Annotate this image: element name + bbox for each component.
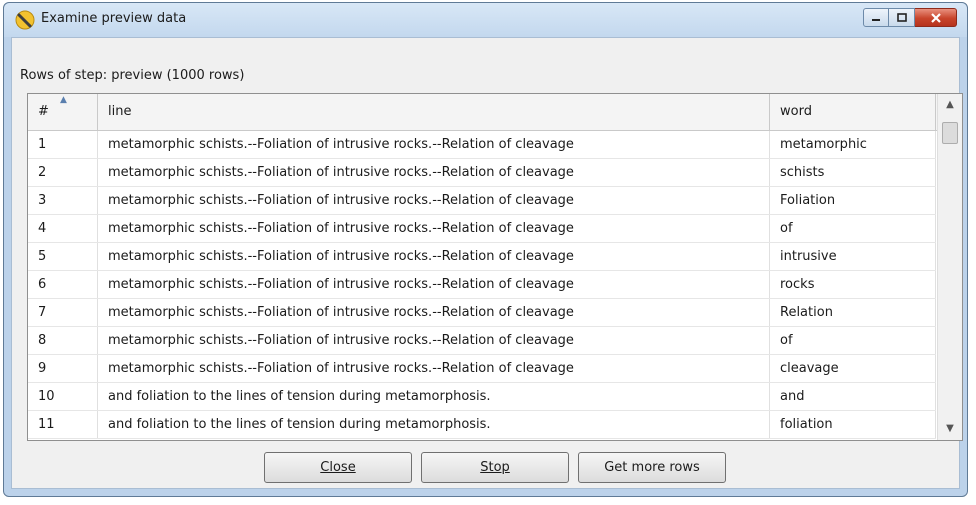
window-title: Examine preview data — [41, 11, 187, 26]
vertical-scrollbar[interactable]: ▲ ▼ — [937, 94, 962, 440]
column-header-line[interactable]: line — [98, 94, 770, 130]
word-cell: Relation — [770, 299, 936, 326]
word-cell: of — [770, 327, 936, 354]
table-row[interactable]: 5 metamorphic schists.--Foliation of intr… — [28, 243, 936, 271]
preview-icon — [15, 10, 35, 30]
column-header-word[interactable]: word — [770, 94, 936, 130]
table-row[interactable]: 6 metamorphic schists.--Foliation of intr… — [28, 271, 936, 299]
table-header: # ▲ line word — [28, 94, 962, 131]
row-number-cell: 11 — [28, 411, 98, 438]
line-cell: metamorphic schists.--Foliation of intru… — [98, 215, 770, 242]
word-cell: of — [770, 215, 936, 242]
word-cell: schists — [770, 159, 936, 186]
line-cell: metamorphic schists.--Foliation of intru… — [98, 243, 770, 270]
line-cell: metamorphic schists.--Foliation of intru… — [98, 271, 770, 298]
scroll-thumb[interactable] — [942, 122, 958, 144]
word-cell: foliation — [770, 411, 936, 438]
table-row[interactable]: 10 and foliation to the lines of tension … — [28, 383, 936, 411]
word-cell: Foliation — [770, 187, 936, 214]
table-row[interactable]: 7 metamorphic schists.--Foliation of intr… — [28, 299, 936, 327]
row-number-cell: 7 — [28, 299, 98, 326]
stop-button[interactable]: Stop — [421, 452, 569, 483]
word-cell: and — [770, 383, 936, 410]
close-button[interactable]: Close — [264, 452, 412, 483]
line-cell: metamorphic schists.--Foliation of intru… — [98, 299, 770, 326]
window-controls — [863, 8, 957, 27]
maximize-icon — [896, 12, 907, 22]
maximize-button[interactable] — [889, 8, 915, 27]
word-cell: rocks — [770, 271, 936, 298]
row-number-cell: 4 — [28, 215, 98, 242]
scroll-down-icon[interactable]: ▼ — [938, 418, 962, 440]
minimize-button[interactable] — [863, 8, 889, 27]
get-more-rows-button[interactable]: Get more rows — [578, 452, 726, 483]
row-number-cell: 8 — [28, 327, 98, 354]
line-cell: and foliation to the lines of tension du… — [98, 383, 770, 410]
sort-ascending-icon: ▲ — [60, 95, 67, 105]
row-number-cell: 10 — [28, 383, 98, 410]
line-cell: metamorphic schists.--Foliation of intru… — [98, 187, 770, 214]
row-number-cell: 5 — [28, 243, 98, 270]
minimize-icon — [872, 18, 880, 21]
table-row[interactable]: 9 metamorphic schists.--Foliation of intr… — [28, 355, 936, 383]
word-cell: intrusive — [770, 243, 936, 270]
table-row[interactable]: 4 metamorphic schists.--Foliation of intr… — [28, 215, 936, 243]
preview-table: # ▲ line word 1 metamorphic schists.--Fol… — [27, 93, 963, 441]
close-window-button[interactable] — [915, 8, 957, 27]
close-icon — [930, 12, 941, 23]
table-row[interactable]: 11 and foliation to the lines of tension … — [28, 411, 936, 439]
line-cell: metamorphic schists.--Foliation of intru… — [98, 355, 770, 382]
title-bar[interactable]: Examine preview data — [4, 3, 967, 37]
row-number-cell: 1 — [28, 131, 98, 158]
line-cell: metamorphic schists.--Foliation of intru… — [98, 159, 770, 186]
scroll-up-icon[interactable]: ▲ — [938, 94, 962, 116]
table-row[interactable]: 8 metamorphic schists.--Foliation of intr… — [28, 327, 936, 355]
step-label: Rows of step: preview (1000 rows) — [20, 68, 245, 83]
table-row[interactable]: 1 metamorphic schists.--Foliation of intr… — [28, 131, 936, 159]
row-number-cell: 3 — [28, 187, 98, 214]
word-cell: cleavage — [770, 355, 936, 382]
row-number-cell: 6 — [28, 271, 98, 298]
row-number-cell: 9 — [28, 355, 98, 382]
line-cell: metamorphic schists.--Foliation of intru… — [98, 327, 770, 354]
table-row[interactable]: 3 metamorphic schists.--Foliation of intr… — [28, 187, 936, 215]
row-number-cell: 2 — [28, 159, 98, 186]
line-cell: metamorphic schists.--Foliation of intru… — [98, 131, 770, 158]
word-cell: metamorphic — [770, 131, 936, 158]
column-header-number[interactable]: # ▲ — [28, 94, 98, 130]
line-cell: and foliation to the lines of tension du… — [98, 411, 770, 438]
table-row[interactable]: 2 metamorphic schists.--Foliation of intr… — [28, 159, 936, 187]
